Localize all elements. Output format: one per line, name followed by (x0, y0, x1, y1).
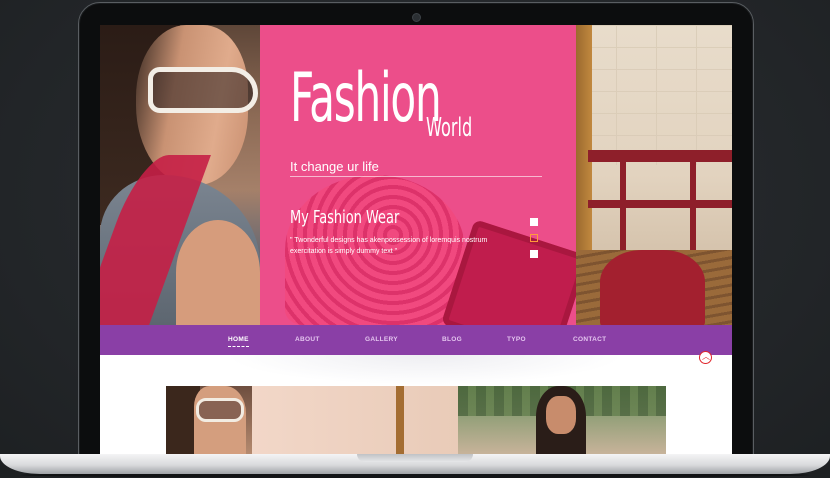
sunglasses (148, 67, 258, 113)
slide-description: " Twonderful designs has akenpossession … (290, 237, 488, 255)
logo-main-text: Fashion (290, 59, 442, 138)
nav-item-blog[interactable]: BLOG (442, 336, 462, 343)
site-logo[interactable]: Fashion World (290, 59, 533, 144)
slider-pagination (530, 218, 538, 266)
slider-dot-3[interactable] (530, 250, 538, 258)
tagline: It change ur life (290, 159, 542, 177)
chevron-up-icon: ︿ (702, 352, 710, 361)
nav-item-contact[interactable]: CONTACT (573, 336, 606, 343)
gallery-image-2[interactable] (458, 386, 666, 454)
hero-slider: Fashion World It change ur life My Fashi… (100, 25, 732, 325)
slider-dot-1[interactable] (530, 218, 538, 226)
nav-item-typo[interactable]: TYPO (507, 336, 526, 343)
logo-sub-text: World (426, 113, 473, 143)
camera-icon (412, 13, 421, 22)
scroll-top-button[interactable]: ︿ (699, 351, 712, 364)
gallery-image-1[interactable] (166, 386, 458, 454)
nav-item-about[interactable]: ABOUT (295, 336, 320, 343)
nav-item-gallery[interactable]: GALLERY (365, 336, 398, 343)
laptop-notch (357, 454, 473, 462)
slider-dot-2[interactable] (530, 234, 538, 242)
laptop-screen: Fashion World It change ur life My Fashi… (100, 25, 732, 454)
slide-title: My Fashion Wear (290, 207, 400, 228)
hero-photo-woman (100, 25, 260, 325)
nav-item-home[interactable]: HOME (228, 336, 249, 347)
main-navigation: HOME ABOUT GALLERY BLOG TYPO CONTACT (100, 325, 732, 355)
